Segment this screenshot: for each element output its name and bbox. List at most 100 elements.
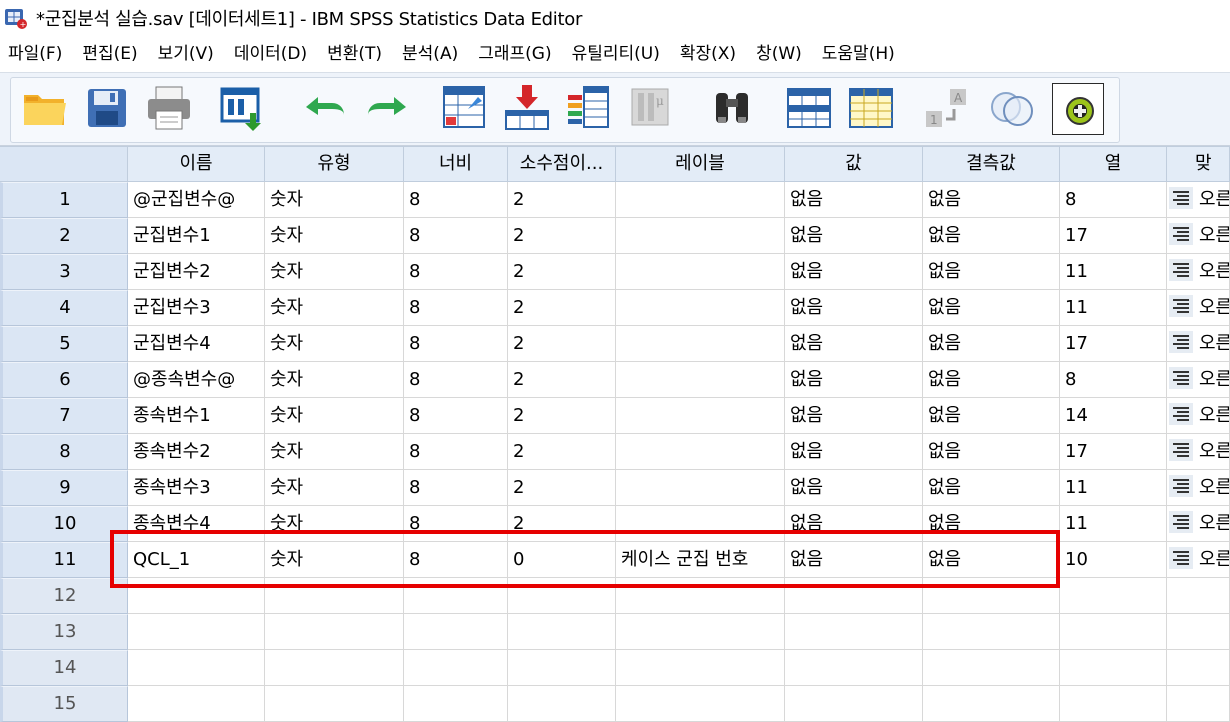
variable-label-cell[interactable] xyxy=(616,470,785,506)
empty-cell[interactable] xyxy=(1167,614,1230,650)
menu-file[interactable]: 파일(F) xyxy=(0,38,72,70)
col-header-name[interactable]: 이름 xyxy=(128,146,265,182)
variable-type-cell[interactable]: 숫자 xyxy=(265,182,404,218)
empty-cell[interactable] xyxy=(508,686,616,722)
empty-cell[interactable] xyxy=(404,686,508,722)
col-header-align[interactable]: 맞 xyxy=(1167,146,1230,182)
variable-columns-cell[interactable]: 8 xyxy=(1060,362,1167,398)
variable-type-cell[interactable]: 숫자 xyxy=(265,542,404,578)
variable-values-cell[interactable]: 없음 xyxy=(785,290,923,326)
variable-align-cell[interactable]: 오른 xyxy=(1167,542,1230,578)
variable-missing-cell[interactable]: 없음 xyxy=(923,470,1060,506)
empty-cell[interactable] xyxy=(616,650,785,686)
row-number[interactable]: 12 xyxy=(0,578,128,614)
variable-type-cell[interactable]: 숫자 xyxy=(265,434,404,470)
col-header-decimals[interactable]: 소수점이... xyxy=(508,146,616,182)
variable-missing-cell[interactable]: 없음 xyxy=(923,398,1060,434)
redo-icon[interactable] xyxy=(360,81,414,135)
variable-width-cell[interactable]: 8 xyxy=(404,182,508,218)
insert-variable-icon[interactable] xyxy=(844,81,898,135)
variable-name-cell[interactable]: @군집변수@ xyxy=(128,182,265,218)
empty-cell[interactable] xyxy=(508,578,616,614)
variable-columns-cell[interactable]: 11 xyxy=(1060,254,1167,290)
variable-values-cell[interactable]: 없음 xyxy=(785,470,923,506)
variable-width-cell[interactable]: 8 xyxy=(404,326,508,362)
variable-width-cell[interactable]: 8 xyxy=(404,470,508,506)
row-number[interactable]: 10 xyxy=(0,506,128,542)
variable-label-cell[interactable] xyxy=(616,254,785,290)
use-sets-icon[interactable] xyxy=(1052,83,1104,135)
empty-cell[interactable] xyxy=(128,614,265,650)
variable-missing-cell[interactable]: 없음 xyxy=(923,254,1060,290)
variable-missing-cell[interactable]: 없음 xyxy=(923,182,1060,218)
empty-cell[interactable] xyxy=(265,578,404,614)
menu-data[interactable]: 데이터(D) xyxy=(224,38,317,70)
variable-name-cell[interactable]: 군집변수3 xyxy=(128,290,265,326)
variable-values-cell[interactable]: 없음 xyxy=(785,326,923,362)
variable-values-cell[interactable]: 없음 xyxy=(785,542,923,578)
variable-type-cell[interactable]: 숫자 xyxy=(265,470,404,506)
variable-label-cell[interactable] xyxy=(616,218,785,254)
variable-width-cell[interactable]: 8 xyxy=(404,434,508,470)
empty-cell[interactable] xyxy=(1060,686,1167,722)
empty-cell[interactable] xyxy=(923,614,1060,650)
variable-width-cell[interactable]: 8 xyxy=(404,362,508,398)
variable-label-cell[interactable] xyxy=(616,326,785,362)
row-number[interactable]: 14 xyxy=(0,650,128,686)
variable-missing-cell[interactable]: 없음 xyxy=(923,326,1060,362)
save-disk-icon[interactable] xyxy=(80,81,134,135)
variable-decimals-cell[interactable]: 2 xyxy=(508,362,616,398)
variable-label-cell[interactable] xyxy=(616,434,785,470)
variable-align-cell[interactable]: 오른 xyxy=(1167,434,1230,470)
empty-cell[interactable] xyxy=(616,578,785,614)
empty-cell[interactable] xyxy=(1060,614,1167,650)
goto-case-icon[interactable] xyxy=(438,81,492,135)
variable-decimals-cell[interactable]: 2 xyxy=(508,254,616,290)
row-number[interactable]: 4 xyxy=(0,290,128,326)
empty-cell[interactable] xyxy=(616,686,785,722)
variable-name-cell[interactable]: 군집변수2 xyxy=(128,254,265,290)
variable-columns-cell[interactable]: 14 xyxy=(1060,398,1167,434)
variable-width-cell[interactable]: 8 xyxy=(404,290,508,326)
variable-align-cell[interactable]: 오른 xyxy=(1167,182,1230,218)
variable-columns-cell[interactable]: 17 xyxy=(1060,326,1167,362)
row-number[interactable]: 2 xyxy=(0,218,128,254)
row-number[interactable]: 6 xyxy=(0,362,128,398)
variable-align-cell[interactable]: 오른 xyxy=(1167,290,1230,326)
variable-label-cell[interactable] xyxy=(616,398,785,434)
empty-cell[interactable] xyxy=(1167,686,1230,722)
variable-align-cell[interactable]: 오른 xyxy=(1167,218,1230,254)
variable-name-cell[interactable]: 종속변수3 xyxy=(128,470,265,506)
variable-label-cell[interactable]: 케이스 군집 번호 xyxy=(616,542,785,578)
variable-columns-cell[interactable]: 11 xyxy=(1060,506,1167,542)
dialog-recall-icon[interactable] xyxy=(214,81,268,135)
variable-decimals-cell[interactable]: 0 xyxy=(508,542,616,578)
variable-label-cell[interactable] xyxy=(616,362,785,398)
menu-window[interactable]: 창(W) xyxy=(746,38,812,70)
menu-utilities[interactable]: 유틸리티(U) xyxy=(562,38,670,70)
variable-columns-cell[interactable]: 11 xyxy=(1060,470,1167,506)
variable-missing-cell[interactable]: 없음 xyxy=(923,542,1060,578)
row-number[interactable]: 7 xyxy=(0,398,128,434)
empty-cell[interactable] xyxy=(923,578,1060,614)
variable-missing-cell[interactable]: 없음 xyxy=(923,290,1060,326)
variable-name-cell[interactable]: 군집변수4 xyxy=(128,326,265,362)
variable-name-cell[interactable]: 군집변수1 xyxy=(128,218,265,254)
variable-columns-cell[interactable]: 17 xyxy=(1060,434,1167,470)
variable-values-cell[interactable]: 없음 xyxy=(785,182,923,218)
empty-cell[interactable] xyxy=(785,614,923,650)
empty-cell[interactable] xyxy=(128,686,265,722)
col-header-values[interactable]: 값 xyxy=(785,146,923,182)
row-number[interactable]: 8 xyxy=(0,434,128,470)
empty-cell[interactable] xyxy=(128,650,265,686)
spss-data-editor-icon[interactable]: + xyxy=(4,6,28,30)
row-number[interactable]: 5 xyxy=(0,326,128,362)
variable-label-cell[interactable] xyxy=(616,182,785,218)
print-icon[interactable] xyxy=(142,81,196,135)
empty-cell[interactable] xyxy=(404,578,508,614)
variable-width-cell[interactable]: 8 xyxy=(404,218,508,254)
variable-type-cell[interactable]: 숫자 xyxy=(265,398,404,434)
insert-cases-icon[interactable] xyxy=(782,81,836,135)
variable-values-cell[interactable]: 없음 xyxy=(785,254,923,290)
variable-missing-cell[interactable]: 없음 xyxy=(923,218,1060,254)
